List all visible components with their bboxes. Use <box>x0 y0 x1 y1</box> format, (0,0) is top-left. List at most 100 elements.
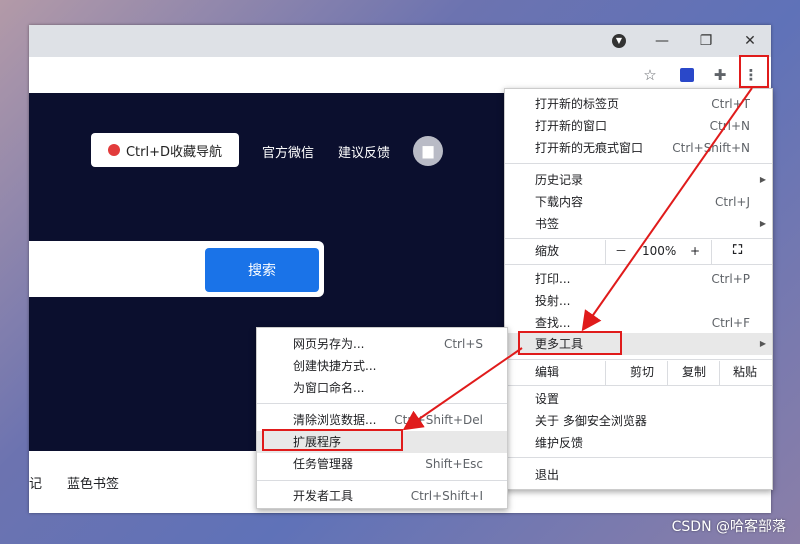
menu-item-feedback[interactable]: 维护反馈 <box>505 432 772 454</box>
menu-item-settings[interactable]: 设置 <box>505 388 772 410</box>
menu-item-edit: 编辑 剪切 复制 粘贴 <box>505 361 772 385</box>
chevron-right-icon: ▶ <box>759 339 766 348</box>
menu-separator <box>505 359 772 360</box>
divider <box>667 361 668 385</box>
menu-label: 打开新的窗口 <box>535 119 608 133</box>
minimize-button[interactable]: — <box>639 25 685 57</box>
menu-separator <box>505 163 772 164</box>
submenu-item-create-shortcut[interactable]: 创建快捷方式... <box>257 355 507 377</box>
browser-main-menu: 打开新的标签页 Ctrl+T 打开新的窗口 Ctrl+N 打开新的无痕式窗口 C… <box>504 88 773 490</box>
menu-label: 开发者工具 <box>293 489 354 503</box>
menu-label: 投射... <box>535 294 571 308</box>
submenu-item-name-window[interactable]: 为窗口命名... <box>257 377 507 399</box>
menu-item-incognito[interactable]: 打开新的无痕式窗口 Ctrl+Shift+N <box>505 137 772 159</box>
avatar[interactable]: ▆ <box>413 136 443 166</box>
title-bar: ▼ — ❐ ✕ <box>29 25 771 57</box>
zoom-in-button[interactable]: + <box>690 240 700 262</box>
shirt-icon: ▆ <box>422 143 434 159</box>
menu-item-zoom: 缩放 － 100% + ⛶ <box>505 240 772 264</box>
menu-item-more-tools[interactable]: 更多工具 ▶ <box>505 333 772 355</box>
menu-separator <box>505 238 772 239</box>
restore-button[interactable]: ❐ <box>683 25 729 57</box>
menu-label: 打开新的无痕式窗口 <box>535 141 644 155</box>
watermark: CSDN @哈客部落 <box>671 519 786 535</box>
menu-label: 打开新的标签页 <box>535 97 620 111</box>
menu-shortcut: Ctrl+P <box>711 272 750 286</box>
search-button[interactable]: 搜索 <box>205 248 319 292</box>
menu-shortcut: Shift+Esc <box>425 457 483 471</box>
menu-label: 维护反馈 <box>535 436 584 450</box>
paste-button[interactable]: 粘贴 <box>733 361 757 383</box>
menu-label: 书签 <box>535 217 560 231</box>
menu-label: 扩展程序 <box>293 435 342 449</box>
menu-shortcut: Ctrl+Shift+I <box>410 489 483 503</box>
wechat-link[interactable]: 官方微信 <box>262 142 314 161</box>
divider <box>605 240 606 264</box>
menu-item-find[interactable]: 查找... Ctrl+F <box>505 312 772 334</box>
menu-label: 网页另存为... <box>293 337 365 351</box>
menu-item-exit[interactable]: 退出 <box>505 464 772 486</box>
more-tools-submenu: 网页另存为... Ctrl+S 创建快捷方式... 为窗口命名... 清除浏览数… <box>256 327 508 509</box>
menu-item-new-window[interactable]: 打开新的窗口 Ctrl+N <box>505 115 772 137</box>
submenu-item-devtools[interactable]: 开发者工具 Ctrl+Shift+I <box>257 485 507 507</box>
cut-button[interactable]: 剪切 <box>630 361 654 383</box>
puzzle-icon[interactable]: ✚ <box>707 62 733 88</box>
menu-separator <box>257 403 507 404</box>
menu-item-new-tab[interactable]: 打开新的标签页 Ctrl+T <box>505 93 772 115</box>
zoom-value: 100% <box>642 244 677 258</box>
menu-separator <box>257 480 507 481</box>
menu-item-about[interactable]: 关于 多御安全浏览器 <box>505 410 772 432</box>
bookmark-nav-button[interactable]: Ctrl+D收藏导航 <box>91 133 239 167</box>
menu-label: 任务管理器 <box>293 457 354 471</box>
blue-bookmark-link[interactable]: 蓝色书签 <box>67 473 119 492</box>
menu-label: 为窗口命名... <box>293 381 365 395</box>
zoom-out-button[interactable]: － <box>615 240 627 262</box>
submenu-item-save-as[interactable]: 网页另存为... Ctrl+S <box>257 333 507 355</box>
star-icon[interactable]: ☆ <box>637 62 663 88</box>
divider <box>711 240 712 264</box>
submenu-item-clear-data[interactable]: 清除浏览数据... Ctrl+Shift+Del <box>257 409 507 431</box>
menu-label: 创建快捷方式... <box>293 359 377 373</box>
bottom-link-partial[interactable]: 记 <box>29 473 42 492</box>
menu-label: 历史记录 <box>535 173 584 187</box>
menu-shortcut: Ctrl+Shift+N <box>672 141 750 155</box>
menu-shortcut: Ctrl+N <box>709 119 750 133</box>
profile-dropdown-icon[interactable]: ▼ <box>596 25 642 57</box>
menu-separator <box>505 457 772 458</box>
divider <box>719 361 720 385</box>
menu-separator <box>505 385 772 386</box>
menu-item-print[interactable]: 打印... Ctrl+P <box>505 268 772 290</box>
chevron-right-icon: ▶ <box>759 219 766 228</box>
menu-label: 下载内容 <box>535 195 584 209</box>
submenu-item-task-manager[interactable]: 任务管理器 Shift+Esc <box>257 453 507 475</box>
submenu-item-extensions[interactable]: 扩展程序 <box>257 431 507 453</box>
menu-label: 打印... <box>535 272 571 286</box>
menu-item-bookmarks[interactable]: 书签 ▶ <box>505 213 772 235</box>
menu-label: 关于 多御安全浏览器 <box>535 414 647 428</box>
more-icon[interactable]: ⋮ <box>738 62 764 88</box>
menu-label: 编辑 <box>535 365 560 379</box>
menu-label: 查找... <box>535 316 571 330</box>
chevron-right-icon: ▶ <box>759 175 766 184</box>
menu-shortcut: Ctrl+J <box>715 195 750 209</box>
menu-shortcut: Ctrl+Shift+Del <box>394 413 483 427</box>
menu-item-cast[interactable]: 投射... <box>505 290 772 312</box>
menu-item-history[interactable]: 历史记录 ▶ <box>505 169 772 191</box>
menu-label: 清除浏览数据... <box>293 413 377 427</box>
fullscreen-icon[interactable]: ⛶ <box>733 240 742 262</box>
menu-label: 退出 <box>535 468 560 482</box>
menu-separator <box>505 264 772 265</box>
heart-icon <box>107 144 120 156</box>
divider <box>605 361 606 385</box>
extension-icon[interactable] <box>674 62 700 88</box>
menu-shortcut: Ctrl+F <box>711 316 750 330</box>
bookmark-nav-label: Ctrl+D收藏导航 <box>125 144 223 160</box>
menu-shortcut: Ctrl+S <box>443 337 483 351</box>
copy-button[interactable]: 复制 <box>682 361 706 383</box>
menu-label: 缩放 <box>535 244 560 258</box>
feedback-link[interactable]: 建议反馈 <box>338 142 390 161</box>
close-button[interactable]: ✕ <box>727 25 771 57</box>
menu-shortcut: Ctrl+T <box>711 97 750 111</box>
menu-label: 设置 <box>535 392 560 406</box>
menu-item-downloads[interactable]: 下载内容 Ctrl+J <box>505 191 772 213</box>
